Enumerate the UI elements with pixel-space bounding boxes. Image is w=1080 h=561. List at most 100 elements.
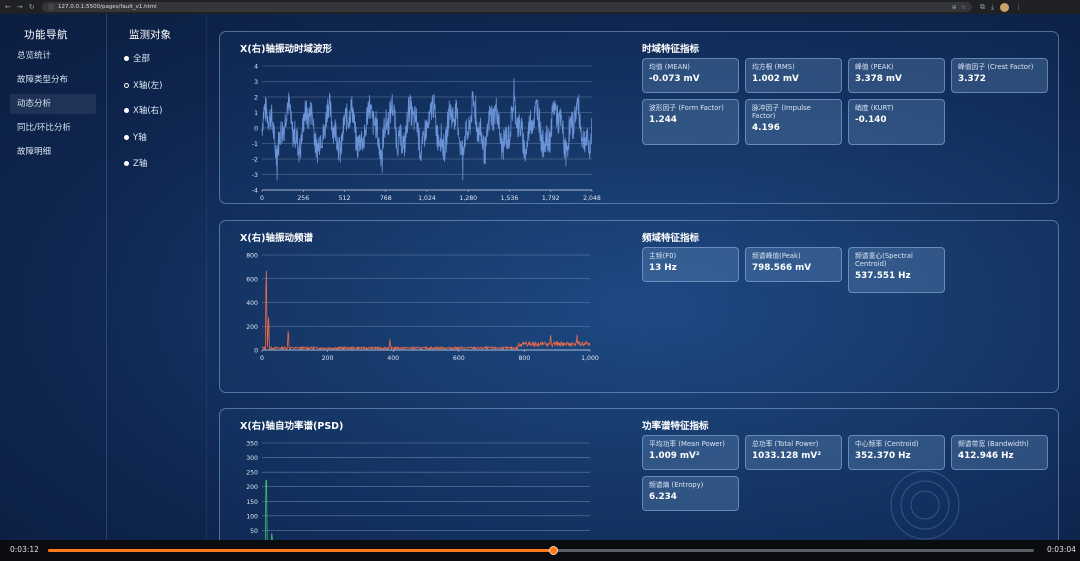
seek-handle[interactable] — [549, 546, 559, 555]
spectrum-panel: X(右)轴振动频谱 800 600 400 200 0 0 200 400 600 800 1,00… — [219, 220, 1059, 393]
radio-icon[interactable] — [124, 134, 129, 140]
x-tick-label: 2,048 — [583, 195, 601, 202]
video-player-bar: 0:03:12 0:03:04 — [0, 540, 1080, 561]
nav-item-dynamic-analysis[interactable]: 动态分析 — [10, 94, 96, 114]
total-time: 0:03:04 — [1047, 545, 1076, 554]
function-nav: 功能导航 总览统计 故障类型分布 动态分析 同比/环比分析 故障明细 — [0, 14, 107, 540]
metric-value: -0.073 mV — [649, 74, 700, 84]
x-tick-label: 1,024 — [418, 195, 436, 202]
menu-icon[interactable]: ⋮ — [1015, 3, 1022, 11]
y-tick-label: 400 — [246, 300, 258, 307]
x-tick-label: 1,000 — [581, 355, 599, 362]
object-option-x-right[interactable]: X轴(右) — [124, 104, 162, 116]
radio-selected-icon[interactable] — [124, 82, 129, 88]
nav-item-fault-details[interactable]: 故障明细 — [10, 142, 96, 162]
metric-value: 4.196 — [752, 123, 780, 133]
nav-item-overview[interactable]: 总览统计 — [10, 46, 96, 66]
x-tick-label: 0 — [260, 355, 264, 362]
nav-item-fault-types[interactable]: 故障类型分布 — [10, 70, 96, 90]
metric-value: 6.234 — [649, 492, 677, 502]
address-bar[interactable]: ⓘ 127.0.0.1:5500/pages/fault_v1.html ⊕ ☆ — [42, 2, 972, 12]
forward-icon[interactable]: → — [17, 3, 23, 11]
browser-toolbar: ← → ↻ ⓘ 127.0.0.1:5500/pages/fault_v1.ht… — [0, 0, 1080, 14]
metric-card-kurtosis: 峭度 (KURT) -0.140 — [848, 99, 945, 145]
zoom-icon[interactable]: ⊕ — [952, 4, 957, 11]
radio-icon[interactable] — [124, 107, 129, 113]
metric-card-mean-power: 平均功率 (Mean Power) 1.009 mV² — [642, 435, 739, 470]
x-tick-label: 800 — [518, 355, 530, 362]
object-label: X轴(左) — [133, 81, 163, 91]
radio-icon[interactable] — [124, 55, 129, 61]
seek-bar[interactable] — [48, 546, 1034, 555]
current-time: 0:03:12 — [10, 545, 39, 554]
y-tick-label: 2 — [254, 95, 258, 102]
url-text[interactable]: 127.0.0.1:5500/pages/fault_v1.html — [58, 4, 948, 10]
y-tick-label: -2 — [252, 157, 258, 164]
metric-label: 频谱峰值(Peak) — [752, 252, 801, 260]
spectrum-chart[interactable]: 800 600 400 200 00 200 400 600 800 1,000 — [240, 245, 610, 393]
x-tick-label: 600 — [453, 355, 465, 362]
panel-title: X(右)轴自功率谱(PSD) — [240, 421, 344, 432]
y-tick-label: 0 — [254, 126, 258, 133]
metric-label: 总功率 (Total Power) — [752, 440, 819, 448]
radio-icon[interactable] — [124, 160, 129, 166]
metric-value: 1.244 — [649, 115, 677, 125]
y-tick-label: 50 — [250, 528, 258, 535]
seek-progress — [48, 549, 554, 552]
y-tick-label: -4 — [252, 188, 258, 195]
object-option-all[interactable]: 全部 — [124, 52, 150, 64]
metric-label: 均方根 (RMS) — [752, 63, 795, 71]
y-tick-label: 200 — [246, 484, 258, 491]
info-icon[interactable]: ⓘ — [48, 3, 54, 12]
reload-icon[interactable]: ↻ — [29, 3, 35, 11]
x-tick-label: 1,792 — [542, 195, 560, 202]
y-tick-label: 0 — [254, 348, 258, 355]
metrics-title: 功率谱特征指标 — [642, 421, 709, 432]
metric-card-mean: 均值 (MEAN) -0.073 mV — [642, 58, 739, 93]
metric-label: 波形因子 (Form Factor) — [649, 104, 724, 112]
metric-card-peak: 峰值 (PEAK) 3.378 mV — [848, 58, 945, 93]
profile-avatar[interactable] — [1000, 2, 1010, 12]
object-option-x-left[interactable]: X轴(左) — [124, 79, 162, 91]
object-label: Z轴 — [133, 159, 148, 169]
metric-card-spectral-centroid: 频谱重心(Spectral Centroid) 537.551 Hz — [848, 247, 945, 293]
y-tick-label: 250 — [246, 470, 258, 477]
panel-title: X(右)轴振动频谱 — [240, 233, 314, 244]
object-label: Y轴 — [133, 133, 147, 143]
panel-title: X(右)轴振动时域波形 — [240, 44, 333, 55]
metric-card-form-factor: 波形因子 (Form Factor) 1.244 — [642, 99, 739, 145]
extensions-icon[interactable]: ⧉ — [980, 3, 985, 12]
metric-value: -0.140 — [855, 115, 887, 125]
objects-title: 监测对象 — [129, 29, 171, 41]
metric-value: 13 Hz — [649, 263, 677, 273]
metric-value: 1033.128 mV² — [752, 451, 822, 461]
metric-label: 主频(F0) — [649, 252, 677, 260]
browser-actions: ⧉ ⤓ ⋮ — [972, 2, 1022, 12]
y-tick-label: 300 — [246, 455, 258, 462]
object-label: X轴(右) — [133, 106, 163, 116]
metric-label: 脉冲因子 (Impulse Factor) — [752, 104, 811, 120]
browser-nav: ← → ↻ — [0, 3, 42, 11]
object-option-z[interactable]: Z轴 — [124, 157, 147, 169]
nav-item-yoy-mom[interactable]: 同比/环比分析 — [10, 118, 96, 138]
metric-label: 中心频率 (Centroid) — [855, 440, 919, 448]
y-tick-label: 100 — [246, 513, 258, 520]
psd-chart[interactable]: 35030025020015010050002004006008001,000 — [240, 433, 610, 552]
metrics-title: 时域特征指标 — [642, 44, 700, 55]
metric-label: 峰值 (PEAK) — [855, 63, 894, 71]
metric-label: 峭度 (KURT) — [855, 104, 894, 112]
y-tick-label: -1 — [252, 141, 258, 148]
back-icon[interactable]: ← — [5, 3, 11, 11]
x-tick-label: 1,536 — [501, 195, 519, 202]
star-icon[interactable]: ☆ — [961, 4, 966, 11]
series-line — [261, 270, 591, 351]
download-icon[interactable]: ⤓ — [991, 3, 994, 12]
time-waveform-chart[interactable]: 43210-1-2-3-40 256 512 768 1,024 1,280 1,536 1,… — [240, 56, 610, 204]
object-option-y[interactable]: Y轴 — [124, 131, 147, 143]
metric-value: 3.378 mV — [855, 74, 902, 84]
y-tick-label: 350 — [246, 441, 258, 448]
x-tick-label: 512 — [339, 195, 351, 202]
metric-value: 537.551 Hz — [855, 271, 911, 281]
y-tick-label: 150 — [246, 499, 258, 506]
metric-card-rms: 均方根 (RMS) 1.002 mV — [745, 58, 842, 93]
